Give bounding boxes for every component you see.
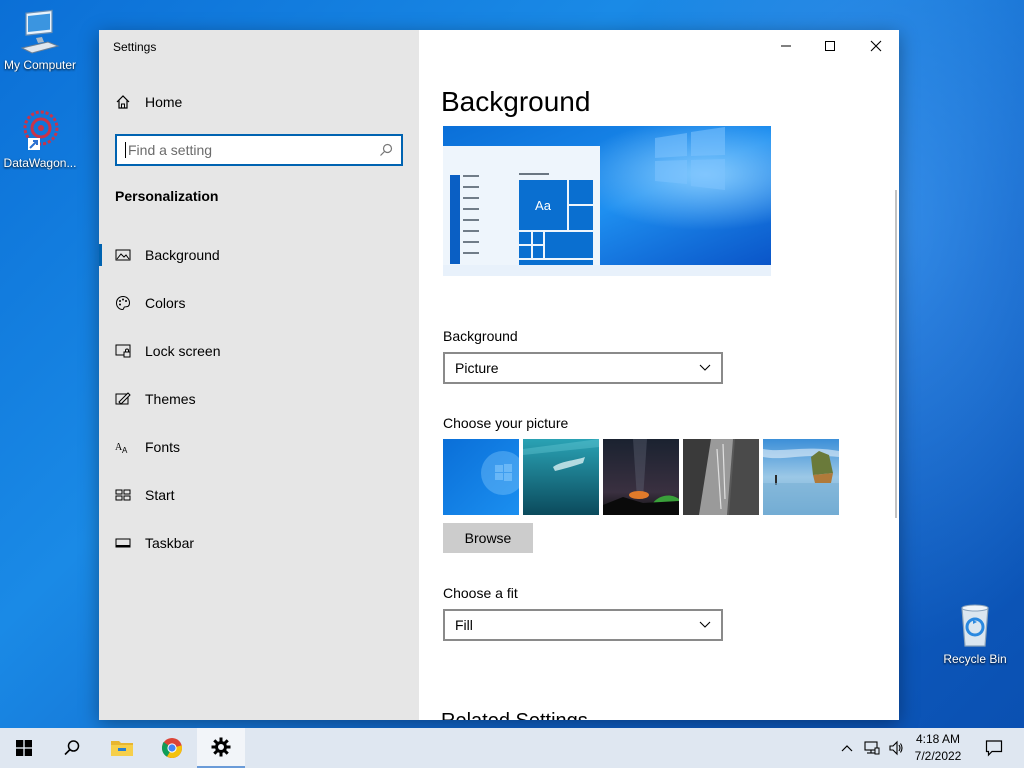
settings-gear-icon [211, 737, 231, 757]
thumbnail-underwater[interactable] [523, 439, 599, 515]
search-box[interactable] [115, 134, 403, 166]
network-icon [864, 741, 880, 755]
desktop-icon-label: DataWagon... [3, 156, 77, 170]
sidebar-item-label: Fonts [145, 439, 181, 455]
thumbnail-rock-cliff[interactable] [683, 439, 759, 515]
desktop-icon-recycle-bin[interactable]: Recycle Bin [935, 602, 1015, 666]
palette-icon [115, 295, 131, 311]
personalization-nav: Background Colors Lock screen Themes A A… [99, 231, 419, 567]
network-button[interactable] [860, 728, 884, 768]
computer-icon [20, 9, 60, 54]
chrome-icon [161, 738, 183, 759]
minimize-icon [781, 45, 791, 47]
background-dropdown[interactable]: Picture [443, 352, 723, 384]
fit-dropdown-value: Fill [455, 617, 473, 633]
desktop-icon-label: My Computer [3, 58, 77, 72]
sidebar-item-themes[interactable]: Themes [99, 375, 419, 423]
settings-sidebar: Settings Home Personalization Backg [99, 30, 419, 720]
sidebar-item-label: Start [145, 487, 175, 503]
picture-thumbnails [443, 439, 839, 515]
themes-icon [115, 392, 131, 405]
content-scrollbar[interactable] [895, 190, 897, 518]
search-input[interactable] [125, 142, 379, 158]
page-title: Background [441, 86, 591, 117]
sidebar-item-label: Taskbar [145, 535, 195, 551]
settings-content: Background Aa Background Picture Choose … [419, 30, 899, 720]
search-icon[interactable] [379, 143, 393, 157]
clock-date: 7/2/2022 [914, 749, 962, 763]
home-nav[interactable]: Home [115, 94, 182, 110]
preview-illustration: Aa [443, 126, 771, 276]
close-button[interactable] [853, 30, 899, 62]
taskbar-icon [115, 538, 131, 548]
sidebar-item-lock-screen[interactable]: Lock screen [99, 327, 419, 375]
taskbar-clock[interactable]: 4:18 AM 7/2/2022 [910, 731, 966, 765]
fonts-icon: A A [115, 442, 128, 455]
choose-fit-label: Choose a fit [443, 585, 518, 601]
sidebar-item-label: Themes [145, 391, 196, 407]
minimize-button[interactable] [763, 30, 809, 62]
lock-screen-icon [115, 344, 131, 358]
maximize-icon [825, 41, 835, 51]
datawagon-icon [23, 110, 59, 150]
choose-picture-label: Choose your picture [443, 415, 569, 431]
thumbnail-night-sky[interactable] [603, 439, 679, 515]
sidebar-item-label: Colors [145, 295, 186, 311]
sidebar-item-background[interactable]: Background [99, 231, 419, 279]
picture-icon [115, 249, 131, 261]
chevron-up-icon [841, 745, 853, 752]
file-explorer-button[interactable] [98, 728, 146, 768]
notification-icon [985, 740, 1003, 757]
show-hidden-icons-button[interactable] [836, 728, 858, 768]
preview-tile-text: Aa [535, 198, 552, 213]
desktop-icon-label: Recycle Bin [943, 652, 1007, 666]
sidebar-item-colors[interactable]: Colors [99, 279, 419, 327]
svg-text:A: A [122, 446, 128, 455]
sidebar-item-taskbar[interactable]: Taskbar [99, 519, 419, 567]
search-icon [64, 740, 80, 756]
background-label: Background [443, 328, 518, 344]
desktop-icon-my-computer[interactable]: My Computer [0, 8, 80, 72]
start-icon [16, 740, 32, 756]
home-label: Home [145, 94, 183, 110]
browse-button[interactable]: Browse [443, 523, 533, 553]
settings-window: Settings Home Personalization Backg [99, 30, 899, 720]
thumbnail-windows-blue[interactable] [443, 439, 519, 515]
sidebar-item-label: Lock screen [145, 343, 221, 359]
home-icon [116, 95, 130, 109]
background-dropdown-value: Picture [455, 360, 499, 376]
sidebar-item-start[interactable]: Start [99, 471, 419, 519]
recycle-bin-icon [961, 604, 989, 647]
action-center-button[interactable] [970, 728, 1018, 768]
chevron-down-icon [699, 621, 711, 628]
background-preview: Aa [443, 126, 771, 276]
volume-button[interactable] [884, 728, 908, 768]
close-icon [870, 40, 882, 52]
maximize-button[interactable] [807, 30, 853, 62]
thumbnail-beach-rocks[interactable] [763, 439, 839, 515]
taskbar: 4:18 AM 7/2/2022 [0, 728, 1024, 768]
start-icon [115, 489, 131, 501]
fit-dropdown[interactable]: Fill [443, 609, 723, 641]
chrome-button[interactable] [148, 728, 196, 768]
chevron-down-icon [699, 364, 711, 371]
settings-taskbar-button[interactable] [197, 728, 245, 768]
clock-time: 4:18 AM [915, 732, 961, 746]
start-button[interactable] [0, 728, 48, 768]
file-explorer-icon [111, 741, 133, 756]
related-settings-heading: Related Settings [441, 710, 588, 720]
sidebar-item-label: Background [145, 247, 220, 263]
desktop-icon-datawagon[interactable]: DataWagon... [0, 106, 80, 170]
speaker-icon [889, 740, 903, 756]
search-button[interactable] [48, 728, 96, 768]
sidebar-item-fonts[interactable]: A A Fonts [99, 423, 419, 471]
window-title: Settings [113, 40, 157, 54]
section-title: Personalization [115, 188, 219, 204]
